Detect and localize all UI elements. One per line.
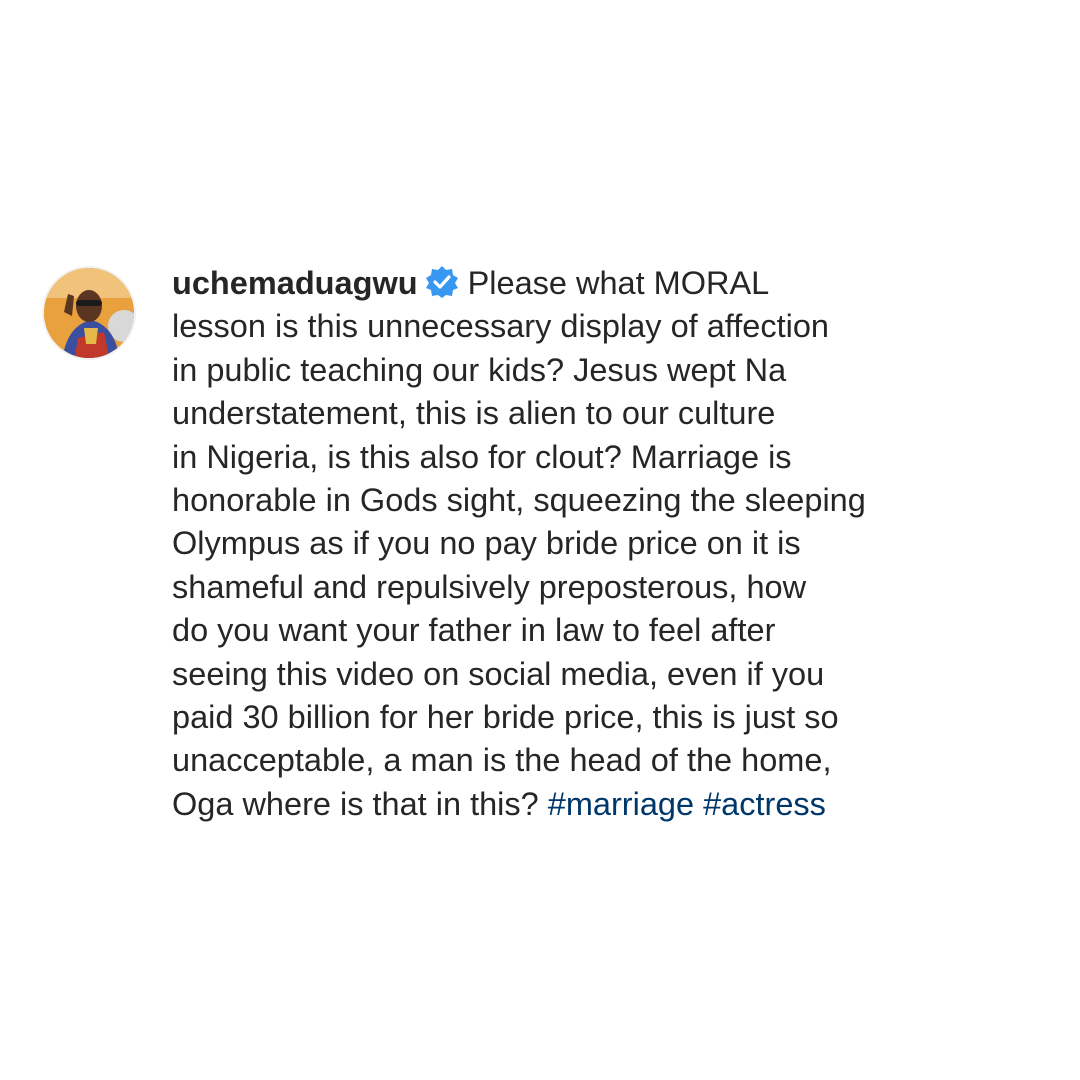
caption-line: shameful and repulsively preposterous, h… — [172, 568, 807, 605]
caption-line: understatement, this is alien to our cul… — [172, 395, 776, 432]
caption-line: in Nigeria, is this also for clout? Marr… — [172, 438, 792, 475]
caption-line: paid 30 billion for her bride price, thi… — [172, 699, 839, 736]
caption-last-line: Oga where is that in this? #marriage #ac… — [172, 783, 972, 826]
caption-first-line: uchemaduagwu Please what MORAL — [172, 262, 972, 305]
caption-line: seeing this video on social media, even … — [172, 655, 825, 692]
caption-text: uchemaduagwu Please what MORAL lesson is … — [172, 262, 972, 826]
caption-line: in public teaching our kids? Jesus wept … — [172, 351, 787, 388]
caption-line: Oga where is that in this? — [172, 785, 548, 822]
caption-line: Olympus as if you no pay bride price on … — [172, 525, 801, 562]
hashtag-marriage-link[interactable]: #marriage — [548, 786, 694, 822]
caption-line: do you want your father in law to feel a… — [172, 612, 776, 649]
caption-line: honorable in Gods sight, squeezing the s… — [172, 482, 866, 519]
avatar[interactable] — [42, 266, 136, 360]
verified-badge-icon — [424, 264, 460, 300]
caption-line: Please what MORAL — [467, 265, 770, 301]
caption-line: lesson is this unnecessary display of af… — [172, 308, 829, 345]
username-link[interactable]: uchemaduagwu — [172, 265, 418, 301]
caption-line: unacceptable, a man is the head of the h… — [172, 742, 832, 779]
hashtag-actress-link[interactable]: #actress — [703, 786, 826, 822]
